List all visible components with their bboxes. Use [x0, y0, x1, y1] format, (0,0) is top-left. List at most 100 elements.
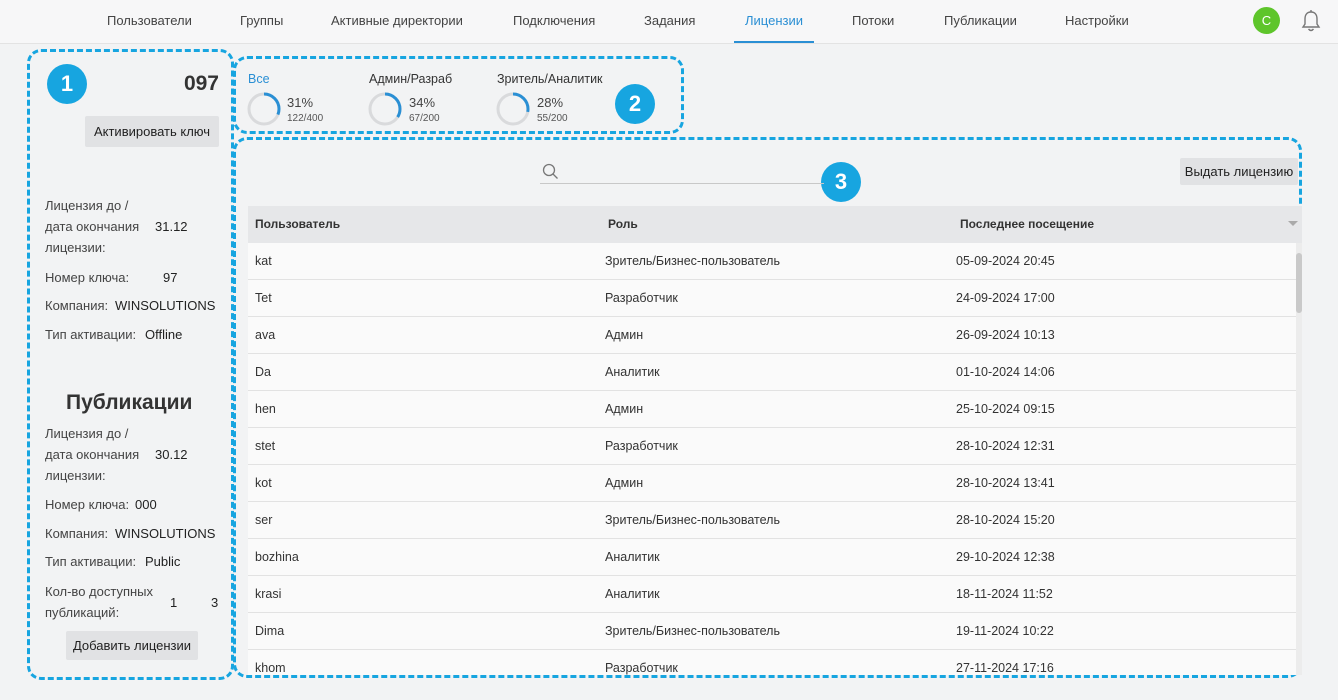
- nav-streams[interactable]: Потоки: [852, 13, 894, 28]
- activation-type-label: Тип активации:: [45, 327, 137, 342]
- cell-last-visit: 27-11-2024 17:16: [956, 661, 1054, 675]
- license-type-all[interactable]: Все: [248, 72, 270, 86]
- table-row[interactable]: kot Админ 28-10-2024 13:41: [248, 465, 1302, 502]
- annotation-badge-3: 3: [821, 162, 861, 202]
- cell-last-visit: 01-10-2024 14:06: [956, 365, 1055, 379]
- cell-last-visit: 28-10-2024 13:41: [956, 476, 1055, 490]
- nav-tasks[interactable]: Задания: [644, 13, 695, 28]
- usage-count-all: 122/400: [287, 113, 324, 124]
- pub-expiry-label: Лицензия до / дата окончания лицензии:: [45, 426, 140, 483]
- table-scrollbar[interactable]: [1296, 243, 1302, 675]
- usage-count-admin-dev: 67/200: [409, 113, 440, 124]
- table-row[interactable]: Da Аналитик 01-10-2024 14:06: [248, 354, 1302, 391]
- top-navigation: Пользователи Группы Активные директории …: [0, 0, 1338, 44]
- cell-role: Разработчик: [605, 439, 678, 453]
- pub-activation-type-value: Public: [145, 554, 181, 569]
- nav-settings[interactable]: Настройки: [1065, 13, 1129, 28]
- cell-user: krasi: [255, 587, 282, 601]
- publications-title: Публикации: [66, 391, 193, 414]
- table-row[interactable]: Dima Зритель/Бизнес-пользователь 19-11-202…: [248, 613, 1302, 650]
- issue-license-button[interactable]: Выдать лицензию: [1180, 158, 1298, 185]
- available-publications-value-2: 3: [211, 595, 219, 610]
- nav-licenses[interactable]: Лицензии: [745, 13, 803, 28]
- cell-user: Da: [255, 365, 271, 379]
- table-row[interactable]: bozhina Аналитик 29-10-2024 12:38: [248, 539, 1302, 576]
- cell-last-visit: 18-11-2024 11:52: [956, 587, 1053, 601]
- sort-arrow-icon[interactable]: [1288, 221, 1298, 226]
- cell-last-visit: 19-11-2024 10:22: [956, 624, 1054, 638]
- available-publications-label: Кол-во доступных публикаций:: [45, 584, 154, 620]
- license-expiry-value: 31.12: [155, 219, 188, 234]
- cell-user: khom: [255, 661, 286, 675]
- column-header-last-visit[interactable]: Последнее посещение: [960, 217, 1094, 231]
- cell-role: Аналитик: [605, 587, 660, 601]
- cell-user: Dima: [255, 624, 285, 638]
- usage-percent-all: 31%: [287, 95, 314, 110]
- cell-role: Разработчик: [605, 291, 678, 305]
- add-licenses-button[interactable]: Добавить лицензии: [66, 631, 198, 660]
- cell-user: kat: [255, 254, 272, 268]
- license-key-title: 097: [183, 72, 219, 95]
- table-row[interactable]: ava Админ 26-09-2024 10:13: [248, 317, 1302, 354]
- pub-expiry-value: 30.12: [155, 447, 188, 462]
- avatar[interactable]: C: [1253, 7, 1280, 34]
- cell-user: Tet: [255, 291, 272, 305]
- pub-company-value: WINSOLUTIONS: [115, 526, 216, 541]
- license-type-viewer-analyst[interactable]: Зритель/Аналитик: [497, 72, 603, 86]
- usage-ring-all: [247, 92, 281, 126]
- column-header-role[interactable]: Роль: [608, 217, 638, 231]
- cell-role: Разработчик: [605, 661, 678, 675]
- cell-last-visit: 29-10-2024 12:38: [956, 550, 1055, 564]
- available-publications-value-1: 1: [170, 595, 178, 610]
- cell-last-visit: 24-09-2024 17:00: [956, 291, 1055, 305]
- table-row[interactable]: hen Админ 25-10-2024 09:15: [248, 391, 1302, 428]
- license-expiry-label: Лицензия до / дата окончания лицензии:: [45, 198, 140, 255]
- cell-last-visit: 26-09-2024 10:13: [956, 328, 1055, 342]
- cell-user: ava: [255, 328, 276, 342]
- table-row[interactable]: kat Зритель/Бизнес-пользователь 05-09-2024…: [248, 243, 1302, 280]
- cell-role: Зритель/Бизнес-пользователь: [605, 254, 780, 268]
- table-row[interactable]: stet Разработчик 28-10-2024 12:31: [248, 428, 1302, 465]
- usage-percent-viewer-analyst: 28%: [537, 95, 564, 110]
- nav-publications[interactable]: Публикации: [944, 13, 1017, 28]
- activate-key-button[interactable]: Активировать ключ: [85, 116, 219, 147]
- cell-last-visit: 05-09-2024 20:45: [956, 254, 1055, 268]
- cell-role: Аналитик: [605, 365, 660, 379]
- usage-ring-viewer-analyst: [496, 92, 530, 126]
- cell-role: Аналитик: [605, 550, 660, 564]
- table-body: kat Зритель/Бизнес-пользователь 05-09-2024…: [248, 243, 1302, 675]
- annotation-badge-1: 1: [47, 64, 87, 104]
- column-header-user[interactable]: Пользователь: [255, 217, 340, 231]
- pub-company-label: Компания:: [45, 526, 109, 541]
- cell-last-visit: 25-10-2024 09:15: [956, 402, 1055, 416]
- cell-role: Админ: [605, 328, 644, 342]
- bell-icon[interactable]: [1300, 9, 1322, 33]
- active-tab-indicator: [734, 41, 814, 43]
- scrollbar-thumb[interactable]: [1296, 253, 1302, 313]
- search-input[interactable]: [564, 162, 819, 182]
- cell-user: stet: [255, 439, 276, 453]
- table-row[interactable]: Tet Разработчик 24-09-2024 17:00: [248, 280, 1302, 317]
- nav-active-directories[interactable]: Активные директории: [331, 13, 463, 28]
- pub-activation-type-label: Тип активации:: [45, 554, 137, 569]
- search-underline: [540, 183, 824, 184]
- company-label: Компания:: [45, 298, 109, 313]
- cell-last-visit: 28-10-2024 12:31: [956, 439, 1055, 453]
- usage-percent-admin-dev: 34%: [409, 95, 436, 110]
- nav-users[interactable]: Пользователи: [107, 13, 192, 28]
- license-type-admin-dev[interactable]: Админ/Разраб: [369, 72, 452, 86]
- key-number-value: 97: [163, 270, 178, 285]
- cell-user: kot: [255, 476, 272, 490]
- cell-role: Админ: [605, 476, 644, 490]
- table-row[interactable]: krasi Аналитик 18-11-2024 11:52: [248, 576, 1302, 613]
- cell-user: bozhina: [255, 550, 299, 564]
- table-header: Пользователь Роль Последнее посещение: [248, 206, 1302, 243]
- table-row[interactable]: khom Разработчик 27-11-2024 17:16: [248, 650, 1302, 675]
- table-row[interactable]: ser Зритель/Бизнес-пользователь 28-10-2024…: [248, 502, 1302, 539]
- cell-user: ser: [255, 513, 273, 527]
- cell-last-visit: 28-10-2024 15:20: [956, 513, 1055, 527]
- nav-groups[interactable]: Группы: [240, 13, 283, 28]
- usage-ring-admin-dev: [368, 92, 402, 126]
- pub-key-number-label: Номер ключа:: [45, 497, 130, 512]
- nav-connections[interactable]: Подключения: [513, 13, 595, 28]
